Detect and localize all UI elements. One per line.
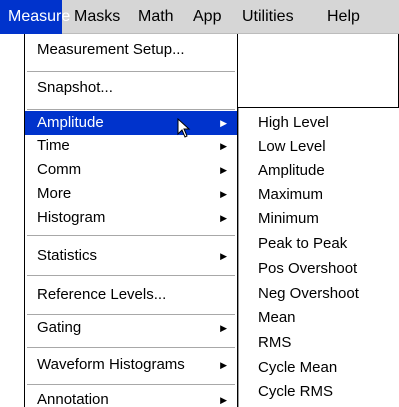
triangle-right-icon: ▶ [220, 141, 227, 151]
triangle-right-icon: ▶ [220, 360, 227, 370]
menu-item-waveform-histograms[interactable]: Waveform Histograms ▶ [25, 353, 237, 377]
menu-item-reference-levels[interactable]: Reference Levels... [25, 283, 237, 307]
submenu-item-pos-overshoot[interactable]: Pos Overshoot [239, 257, 399, 281]
submenu-item-label: Pos Overshoot [258, 260, 358, 277]
menu-separator [27, 71, 235, 72]
menu-item-measurement-setup[interactable]: Measurement Setup... [25, 38, 237, 62]
menu-item-label: Reference Levels... [37, 286, 167, 303]
menu-separator [27, 347, 235, 348]
menu-item-label: Gating [37, 319, 82, 336]
submenu-item-label: Amplitude [258, 162, 325, 179]
mouse-pointer-icon [177, 118, 191, 138]
menu-masks-label: Masks [74, 8, 121, 25]
menu-item-histogram[interactable]: Histogram ▶ [25, 206, 237, 230]
triangle-right-icon: ▶ [220, 118, 227, 128]
measure-menu: Measurement Setup... Snapshot... Amplitu… [24, 34, 238, 407]
menu-item-more[interactable]: More ▶ [25, 182, 237, 206]
menu-item-annotation[interactable]: Annotation ▶ [25, 388, 237, 407]
submenu-item-label: Cycle RMS [258, 383, 334, 400]
menu-item-label: Snapshot... [37, 79, 113, 96]
menu-masks[interactable]: Masks [68, 0, 126, 34]
menu-utilities-label: Utilities [242, 8, 294, 25]
menu-item-label: Comm [37, 161, 82, 178]
menu-item-amplitude[interactable]: Amplitude ▶ [25, 111, 237, 135]
menu-item-label: Time [37, 137, 70, 154]
submenu-item-label: RMS [258, 334, 292, 351]
menu-separator [27, 275, 235, 276]
menu-math-label: Math [138, 8, 174, 25]
menu-bar: Measure Masks Math App Utilities Help [0, 0, 399, 34]
menu-separator [27, 109, 235, 110]
triangle-right-icon: ▶ [220, 395, 227, 405]
menu-item-snapshot[interactable]: Snapshot... [25, 76, 237, 100]
content-area [236, 34, 399, 108]
menu-app-label: App [193, 8, 222, 25]
menu-item-gating[interactable]: Gating ▶ [25, 316, 237, 340]
submenu-item-label: Peak to Peak [258, 235, 348, 252]
submenu-item-neg-overshoot[interactable]: Neg Overshoot [239, 282, 399, 306]
menu-separator [27, 384, 235, 385]
menu-item-label: Amplitude [37, 114, 104, 131]
submenu-item-label: Minimum [258, 210, 319, 227]
submenu-item-mean[interactable]: Mean [239, 306, 399, 330]
menu-separator [27, 235, 235, 236]
triangle-right-icon: ▶ [220, 165, 227, 175]
menu-app[interactable]: App [187, 0, 227, 34]
menu-measure-label: Measure [8, 8, 71, 25]
menu-item-label: Statistics [37, 247, 98, 264]
submenu-item-label: High Level [258, 114, 329, 131]
submenu-item-cycle-rms[interactable]: Cycle RMS [239, 380, 399, 404]
menu-item-label: Waveform Histograms [37, 356, 185, 373]
menu-item-label: More [37, 185, 72, 202]
menu-item-time[interactable]: Time ▶ [25, 134, 237, 158]
triangle-right-icon: ▶ [220, 213, 227, 223]
menu-help-label: Help [327, 8, 360, 25]
menu-math[interactable]: Math [132, 0, 180, 34]
triangle-right-icon: ▶ [220, 189, 227, 199]
submenu-item-minimum[interactable]: Minimum [239, 207, 399, 231]
menu-help[interactable]: Help [321, 0, 366, 34]
menu-item-statistics[interactable]: Statistics ▶ [25, 244, 237, 268]
submenu-item-amplitude[interactable]: Amplitude [239, 159, 399, 183]
submenu-item-label: Mean [258, 309, 296, 326]
menu-measure[interactable]: Measure [0, 0, 70, 34]
menu-utilities[interactable]: Utilities [236, 0, 300, 34]
menu-item-label: Annotation [37, 391, 109, 407]
menu-item-comm[interactable]: Comm ▶ [25, 158, 237, 182]
submenu-item-maximum[interactable]: Maximum [239, 183, 399, 207]
submenu-item-peak-to-peak[interactable]: Peak to Peak [239, 232, 399, 256]
submenu-item-high-level[interactable]: High Level [239, 111, 399, 135]
amplitude-submenu: High Level Low Level Amplitude Maximum M… [238, 108, 399, 407]
triangle-right-icon: ▶ [220, 251, 227, 261]
submenu-item-label: Neg Overshoot [258, 285, 359, 302]
submenu-item-low-level[interactable]: Low Level [239, 135, 399, 159]
submenu-item-label: Maximum [258, 186, 324, 203]
submenu-item-label: Cycle Mean [258, 359, 338, 376]
menu-separator [27, 314, 235, 315]
submenu-item-cycle-mean[interactable]: Cycle Mean [239, 356, 399, 380]
menu-item-label: Histogram [37, 209, 106, 226]
triangle-right-icon: ▶ [220, 323, 227, 333]
menu-item-label: Measurement Setup... [37, 41, 185, 58]
submenu-item-label: Low Level [258, 138, 326, 155]
submenu-item-rms[interactable]: RMS [239, 331, 399, 355]
